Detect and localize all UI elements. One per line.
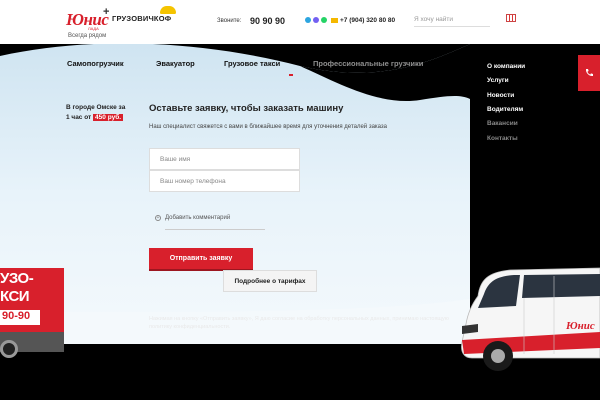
- truck-text-2: КСИ: [0, 288, 30, 305]
- viber-icon[interactable]: [313, 17, 319, 23]
- side-menu-services[interactable]: Услуги: [487, 77, 509, 84]
- nav-item-self-loader[interactable]: Самопогрузчик: [67, 59, 124, 68]
- phone-field[interactable]: [149, 170, 300, 192]
- side-menu-about[interactable]: О компании: [487, 63, 525, 70]
- promo-line-1: В городе Омске за: [66, 104, 126, 111]
- side-menu-vacancies[interactable]: Вакансии: [487, 120, 518, 127]
- side-menu-contacts[interactable]: Контакты: [487, 135, 518, 142]
- brand-logo[interactable]: Юнис ЛАДА: [66, 10, 109, 32]
- header: Юнис ЛАДА + ГРУЗОВИЧКОФ Всегда рядом Зво…: [0, 0, 600, 44]
- truck-text-1: УЗО-: [0, 270, 34, 287]
- callback-phone-button[interactable]: [578, 55, 600, 91]
- short-phone-number[interactable]: 90 90 90: [250, 16, 285, 26]
- whatsapp-icon[interactable]: [321, 17, 327, 23]
- plus-circle-icon: +: [155, 215, 161, 221]
- partner-logo-icon: [160, 6, 176, 14]
- partner-plus: +: [103, 6, 110, 18]
- messenger-icons: [305, 17, 327, 23]
- privacy-consent-text: Нажимая на кнопку «Отправить заявку», Я …: [149, 316, 449, 330]
- logo-subtext: ЛАДА: [88, 26, 99, 31]
- form-title: Оставьте заявку, чтобы заказать машину: [149, 103, 344, 114]
- form-subtitle: Наш специалист свяжется с вами в ближайш…: [149, 124, 388, 130]
- call-label: Звоните:: [217, 18, 242, 24]
- promo-price-badge: 450 руб.: [93, 114, 124, 121]
- promo-line-2: 1 час от: [66, 114, 92, 121]
- van-brand-text: Юнис: [566, 320, 595, 332]
- nav-item-cargo-taxi[interactable]: Грузовое такси: [224, 59, 280, 68]
- add-comment-link[interactable]: + Добавить комментарий: [155, 215, 230, 221]
- partner-name[interactable]: ГРУЗОВИЧКОФ: [112, 14, 171, 23]
- tariffs-button[interactable]: Подробнее о тарифах: [223, 270, 317, 292]
- side-menu-drivers[interactable]: Водителям: [487, 106, 523, 113]
- telegram-icon[interactable]: [305, 17, 311, 23]
- phone-icon: [585, 69, 593, 77]
- mobile-phone-number[interactable]: +7 (904) 320 80 80: [340, 17, 395, 24]
- search-input[interactable]: [414, 13, 490, 27]
- tagline: Всегда рядом: [68, 33, 107, 39]
- truck-wheel-icon: [0, 340, 18, 358]
- truck-text-3: 90-90: [0, 310, 40, 325]
- mobile-operator-icon: [331, 18, 338, 23]
- side-menu-news[interactable]: Новости: [487, 92, 514, 99]
- promo-text: В городе Омске за 1 час от 450 руб.: [66, 103, 136, 123]
- add-comment-label: Добавить комментарий: [165, 215, 231, 221]
- nav-item-movers[interactable]: Профессиональные грузчики: [313, 59, 423, 68]
- cargo-taxi-truck-image: УЗО- КСИ 90-90: [0, 268, 64, 332]
- nav-item-tow-truck[interactable]: Эвакуатор: [156, 59, 195, 68]
- comment-underline: [165, 229, 265, 230]
- submit-request-button[interactable]: Отправить заявку: [149, 248, 253, 269]
- nav-active-indicator: [289, 74, 293, 76]
- language-flag-icon[interactable]: [506, 14, 516, 22]
- name-field[interactable]: [149, 148, 300, 170]
